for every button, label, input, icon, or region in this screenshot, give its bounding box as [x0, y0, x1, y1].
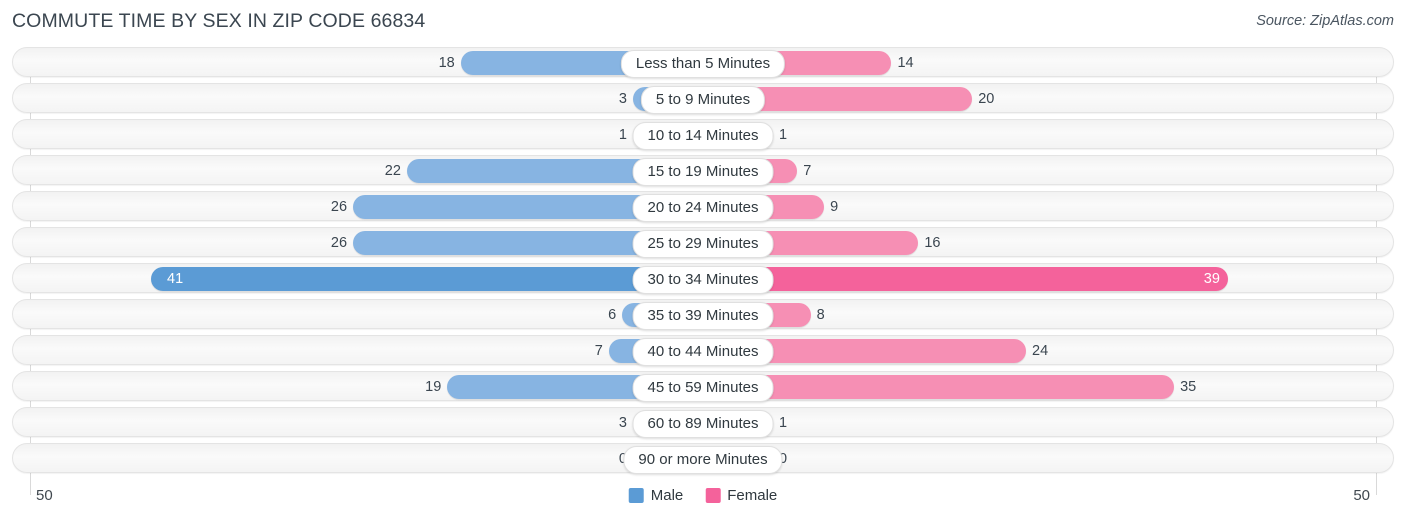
- bar-row: 0 090 or more Minutes: [12, 443, 1394, 474]
- value-label-male: 41: [167, 271, 184, 287]
- value-label-female: 16: [924, 235, 941, 251]
- value-label-male: 19: [425, 379, 442, 395]
- value-label-male: 26: [330, 235, 348, 251]
- legend-label: Male: [650, 487, 684, 504]
- value-label-female: 14: [897, 55, 914, 71]
- category-label: 45 to 59 Minutes: [632, 374, 774, 402]
- bar-female[interactable]: [703, 267, 1228, 291]
- bar-row: 22 7 15 to 19 Minutes: [12, 155, 1394, 186]
- value-label-female: 39: [1203, 271, 1220, 287]
- value-label-male: 3: [618, 91, 627, 107]
- bar-female[interactable]: [703, 375, 1175, 399]
- bar-row: 3 20 5 to 9 Minutes: [12, 83, 1394, 114]
- chart-legend: Male Female: [628, 487, 777, 504]
- legend-item-male[interactable]: Male: [628, 487, 684, 504]
- chart-header: COMMUTE TIME BY SEX IN ZIP CODE 66834 So…: [0, 0, 1406, 44]
- bar-row: 7 24 40 to 44 Minutes: [12, 335, 1394, 366]
- page-title: COMMUTE TIME BY SEX IN ZIP CODE 66834: [12, 10, 426, 32]
- value-label-male: 7: [594, 343, 603, 359]
- value-label-female: 24: [1032, 343, 1049, 359]
- value-label-female: 7: [803, 163, 812, 179]
- category-label: 90 or more Minutes: [623, 446, 783, 474]
- category-label: Less than 5 Minutes: [620, 50, 786, 78]
- bar-row: 1 1 10 to 14 Minutes: [12, 119, 1394, 150]
- value-label-female: 8: [816, 307, 825, 323]
- bar-row: 41 39 30 to 34 Minutes: [12, 263, 1394, 294]
- chart-plot-area: 18 14 Less than 5 Minutes 3 20 5 to 9 Minutes…: [0, 47, 1406, 495]
- category-label: 15 to 19 Minutes: [632, 158, 774, 186]
- value-label-male: 0: [587, 448, 627, 470]
- chart-footer: 50 50 Male Female: [0, 483, 1406, 523]
- value-label-female: 1: [779, 127, 788, 143]
- legend-swatch-icon: [705, 488, 721, 503]
- category-label: 20 to 24 Minutes: [632, 194, 774, 222]
- bar-male[interactable]: [151, 267, 703, 291]
- category-label: 40 to 44 Minutes: [632, 338, 774, 366]
- value-label-female: 9: [830, 199, 839, 215]
- value-label-male: 26: [330, 199, 348, 215]
- bar-row: 26 9 20 to 24 Minutes: [12, 191, 1394, 222]
- legend-label: Female: [727, 487, 778, 504]
- bar-row: 19 35 45 to 59 Minutes: [12, 371, 1394, 402]
- category-label: 60 to 89 Minutes: [632, 410, 774, 438]
- value-label-male: 18: [438, 55, 455, 71]
- category-label: 5 to 9 Minutes: [640, 86, 766, 114]
- value-label-female: 20: [978, 91, 995, 107]
- bar-row: 26 16 25 to 29 Minutes: [12, 227, 1394, 258]
- value-label-female: 0: [779, 451, 788, 467]
- category-label: 35 to 39 Minutes: [632, 302, 774, 330]
- axis-tick-right: 50: [1353, 487, 1370, 504]
- category-label: 10 to 14 Minutes: [632, 122, 774, 150]
- value-label-male: 6: [608, 307, 617, 323]
- axis-tick-left: 50: [36, 487, 53, 504]
- value-label-male: 3: [618, 415, 627, 431]
- bar-row: 3 1 60 to 89 Minutes: [12, 407, 1394, 438]
- bar-row: 18 14 Less than 5 Minutes: [12, 47, 1394, 78]
- chart-page: COMMUTE TIME BY SEX IN ZIP CODE 66834 So…: [0, 0, 1406, 523]
- value-label-female: 35: [1180, 379, 1197, 395]
- value-label-male: 22: [384, 163, 401, 179]
- source-attribution: Source: ZipAtlas.com: [1256, 13, 1394, 29]
- legend-swatch-icon: [628, 488, 644, 503]
- value-label-male: 1: [618, 127, 627, 143]
- category-label: 30 to 34 Minutes: [632, 266, 774, 294]
- category-label: 25 to 29 Minutes: [632, 230, 774, 258]
- value-label-female: 1: [779, 415, 788, 431]
- bar-row: 6 8 35 to 39 Minutes: [12, 299, 1394, 330]
- legend-item-female[interactable]: Female: [705, 487, 777, 504]
